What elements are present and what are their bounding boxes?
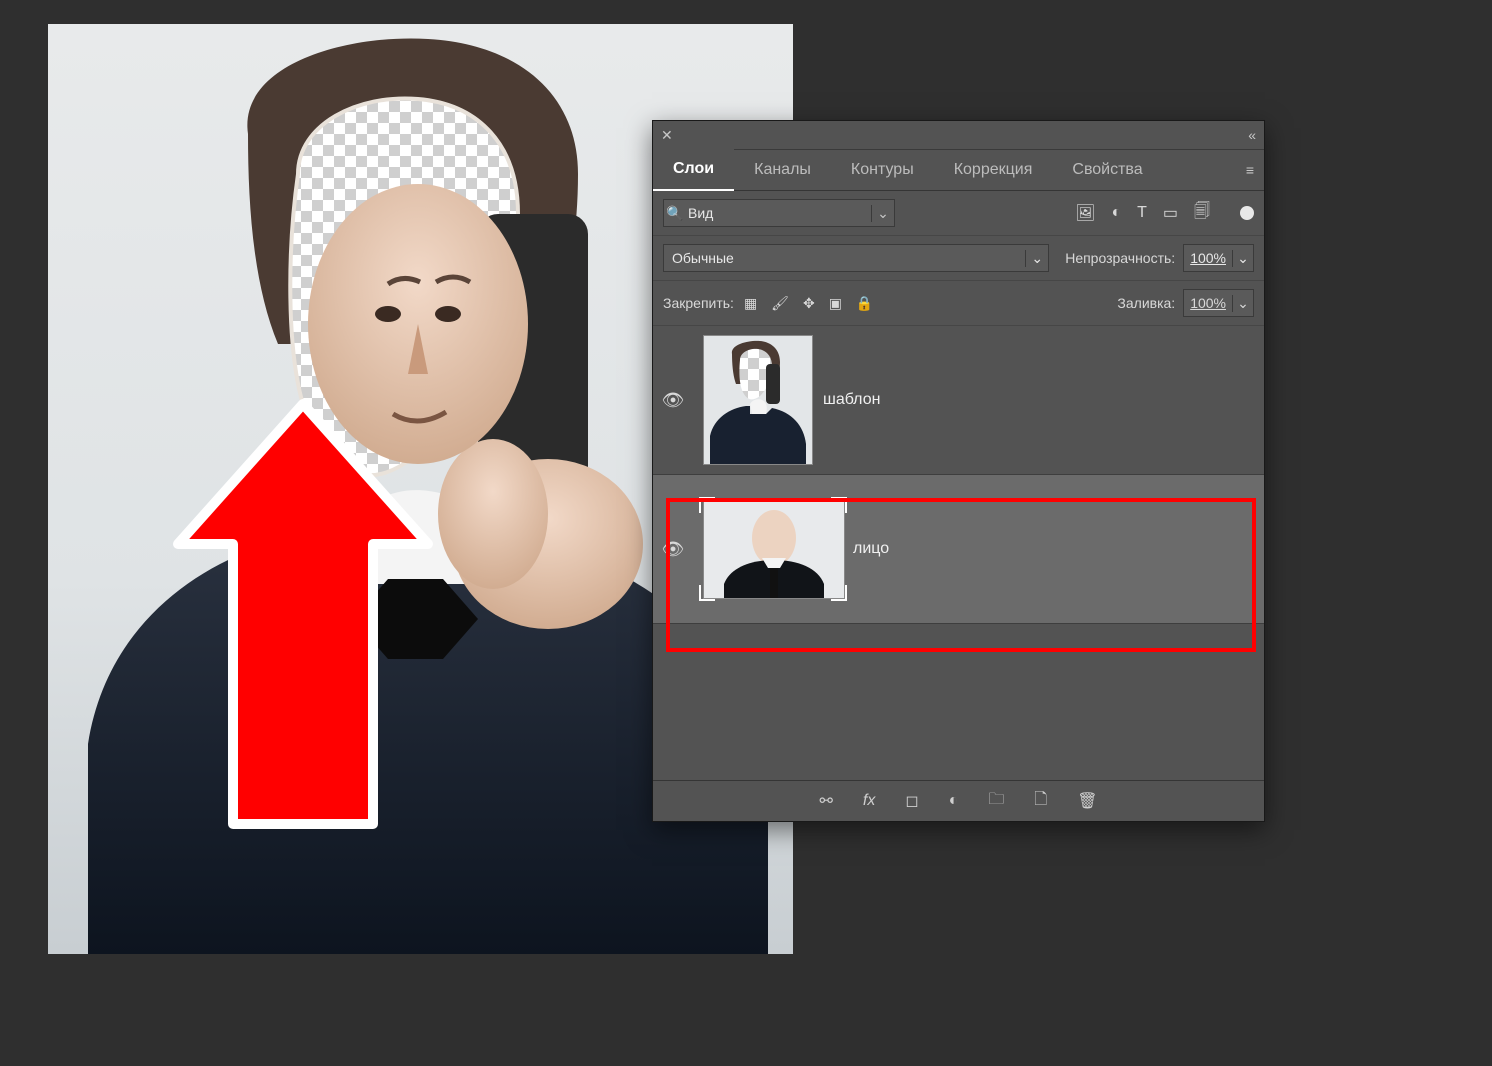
filter-text-icon[interactable]: T	[1137, 204, 1147, 222]
lock-position-icon[interactable]: ✥	[803, 295, 815, 312]
group-icon[interactable]: 🗀	[988, 788, 1004, 815]
tab-adjustments[interactable]: Коррекция	[934, 150, 1053, 190]
filter-toggle[interactable]	[1240, 206, 1254, 220]
search-icon: 🔍	[664, 205, 686, 222]
panel-tabs: Слои Каналы Контуры Коррекция Свойства ≡	[653, 150, 1264, 191]
link-layers-icon[interactable]: ⚯	[819, 791, 832, 811]
blend-mode-value: Обычные	[664, 250, 1025, 266]
fill-input[interactable]: 100% ⌄	[1183, 289, 1254, 317]
layers-panel: ✕ « Слои Каналы Контуры Коррекция Свойст…	[652, 120, 1265, 822]
filter-smart-icon[interactable]: 🗐	[1194, 200, 1210, 227]
filter-kind-label: Вид	[686, 205, 871, 221]
lock-icons: ▦ 🖌 ✥ ▣ 🔒	[744, 295, 873, 312]
chevron-down-icon[interactable]: ⌄	[871, 205, 894, 222]
layer-row[interactable]: 👁 шаблон	[653, 326, 1264, 475]
chevron-down-icon[interactable]: ⌄	[1232, 295, 1253, 312]
panel-menu-icon[interactable]: ≡	[1236, 162, 1264, 178]
chevron-down-icon[interactable]: ⌄	[1025, 250, 1048, 267]
tab-channels[interactable]: Каналы	[734, 150, 831, 190]
layer-thumbnail[interactable]	[703, 335, 813, 465]
layer-name[interactable]: шаблон	[823, 391, 880, 409]
mask-icon[interactable]: ◻	[905, 791, 918, 811]
layer-filter-kind[interactable]: 🔍 Вид ⌄	[663, 199, 895, 227]
new-layer-icon[interactable]: 🗋	[1034, 788, 1047, 815]
blend-mode-select[interactable]: Обычные ⌄	[663, 244, 1049, 272]
tab-properties[interactable]: Свойства	[1052, 150, 1162, 190]
lock-row: Закрепить: ▦ 🖌 ✥ ▣ 🔒 Заливка: 100% ⌄	[653, 281, 1264, 326]
collapse-icon[interactable]: «	[1248, 127, 1256, 143]
opacity-input[interactable]: 100% ⌄	[1183, 244, 1254, 272]
lock-pixels-icon[interactable]: ▦	[744, 295, 757, 312]
fx-icon[interactable]: fx	[863, 792, 875, 810]
visibility-toggle[interactable]: 👁	[653, 390, 693, 411]
delete-icon[interactable]: 🗑	[1077, 791, 1097, 811]
filter-image-icon[interactable]: 🖼	[1075, 203, 1095, 223]
chevron-down-icon[interactable]: ⌄	[1232, 250, 1253, 267]
app-stage: ✕ « Слои Каналы Контуры Коррекция Свойст…	[0, 0, 1492, 1066]
tab-layers[interactable]: Слои	[653, 149, 734, 191]
layers-bottom-bar: ⚯ fx ◻ ◐ 🗀 🗋 🗑	[653, 780, 1264, 821]
layer-thumbnail[interactable]	[703, 501, 843, 597]
tab-paths[interactable]: Контуры	[831, 150, 934, 190]
adjustment-icon[interactable]: ◐	[949, 792, 959, 810]
filter-shape-icon[interactable]: ▭	[1163, 203, 1178, 223]
lock-all-icon[interactable]: 🔒	[856, 295, 873, 312]
layer-name[interactable]: лицо	[853, 540, 889, 558]
lock-artboard-icon[interactable]: ▣	[829, 295, 842, 312]
lock-brush-icon[interactable]: 🖌	[771, 295, 789, 312]
lock-label: Закрепить:	[663, 295, 734, 311]
layer-row[interactable]: 👁 лицо	[653, 475, 1264, 624]
filter-type-icons: 🖼 ◐ T ▭ 🗐	[1075, 200, 1254, 227]
layers-list: 👁 шаблон 👁	[653, 326, 1264, 780]
panel-titlebar[interactable]: ✕ «	[653, 121, 1264, 150]
fill-label: Заливка:	[1117, 295, 1175, 311]
blend-row: Обычные ⌄ Непрозрачность: 100% ⌄	[653, 236, 1264, 281]
visibility-toggle[interactable]: 👁	[653, 539, 693, 560]
fill-value: 100%	[1184, 295, 1232, 311]
filter-row: 🔍 Вид ⌄ 🖼 ◐ T ▭ 🗐	[653, 191, 1264, 236]
opacity-label: Непрозрачность:	[1065, 250, 1175, 266]
filter-adjust-icon[interactable]: ◐	[1111, 204, 1121, 222]
close-icon[interactable]: ✕	[661, 127, 673, 144]
opacity-value: 100%	[1184, 250, 1232, 266]
